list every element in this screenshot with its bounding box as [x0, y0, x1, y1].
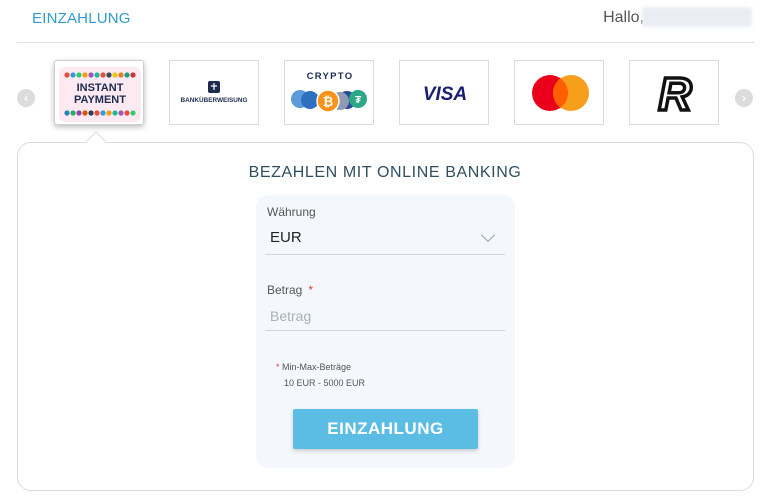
header-bar: EINZAHLUNG Hallo, — [17, 0, 754, 43]
greeting-text: Hallo, — [603, 9, 644, 26]
amount-label: Betrag * — [267, 283, 313, 297]
minmax-label: * Min-Max-Beträge — [276, 362, 351, 372]
chevron-down-icon — [480, 227, 496, 243]
currency-value: EUR — [270, 229, 302, 246]
deposit-submit-button[interactable]: EINZAHLUNG — [293, 409, 478, 449]
currency-label: Währung — [267, 205, 316, 219]
crypto-logo: CRYPTO ₿ ₮ — [291, 71, 367, 113]
deposit-form: Währung EUR Betrag * * Min-Max-Beträge 10… — [256, 195, 515, 468]
instant-payment-logo: INSTANT PAYMENT — [57, 63, 143, 124]
page-title: EINZAHLUNG — [32, 10, 131, 27]
bank-transfer-label: BANKÜBERWEISUNG — [181, 95, 248, 104]
chevron-left-icon[interactable]: ‹ — [17, 89, 35, 107]
instant-payment-line2: PAYMENT — [74, 94, 126, 106]
visa-logo: VISA — [423, 84, 467, 105]
revolut-logo: R — [657, 66, 694, 122]
method-crypto[interactable]: CRYPTO ₿ ₮ — [284, 60, 374, 125]
minmax-required-marker: * — [276, 362, 280, 372]
minmax-value: 10 EUR - 5000 EUR — [284, 378, 366, 388]
required-marker: * — [308, 283, 314, 297]
method-visa[interactable]: VISA — [399, 60, 489, 125]
amount-label-text: Betrag — [267, 283, 303, 297]
bank-transfer-logo: BANKÜBERWEISUNG — [181, 81, 248, 104]
chevron-right-icon[interactable]: › — [735, 89, 753, 107]
crypto-label: CRYPTO — [307, 71, 354, 82]
visa-label: VISA — [423, 84, 467, 105]
mastercard-logo — [532, 75, 589, 111]
revolut-label: R — [658, 68, 691, 120]
method-mastercard[interactable] — [514, 60, 604, 125]
svg-text:₿: ₿ — [323, 94, 334, 109]
svg-text:₮: ₮ — [355, 95, 361, 106]
amount-input[interactable] — [265, 301, 505, 331]
method-instant-payment[interactable]: INSTANT PAYMENT — [54, 60, 144, 125]
panel-title: BEZAHLEN MIT ONLINE BANKING — [248, 164, 522, 181]
currency-select[interactable]: EUR — [265, 223, 505, 255]
minmax-label-text: Min-Max-Beträge — [282, 362, 352, 372]
instant-payment-line1: INSTANT — [77, 82, 124, 94]
method-bankueberweisung[interactable]: BANKÜBERWEISUNG — [169, 60, 259, 125]
method-revolut[interactable]: R — [629, 60, 719, 125]
username-redacted — [642, 7, 752, 27]
